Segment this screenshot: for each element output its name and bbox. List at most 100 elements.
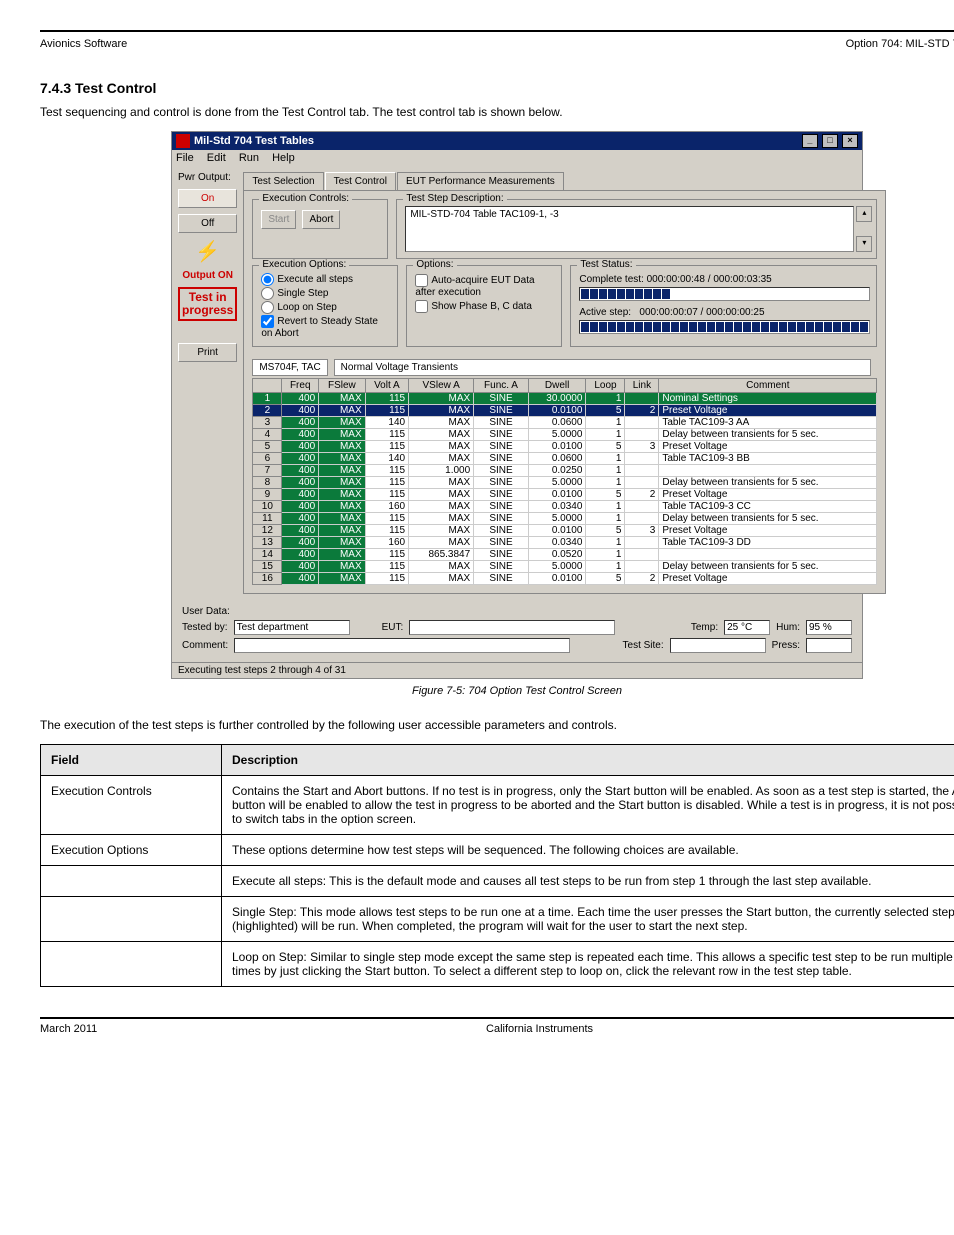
table-row[interactable]: 6400MAX140MAXSINE0.06001Table TAC109-3 B… (253, 452, 877, 464)
test-status-group: Test Status: Complete test: 000:00:00:48… (570, 265, 877, 347)
table-row[interactable]: 14400MAX115865.3847SINE0.05201 (253, 548, 877, 560)
active-step-label: Active step: (579, 307, 631, 318)
test-steps-table: FreqFSlewVolt AVSlew AFunc. ADwellLoopLi… (252, 378, 877, 585)
desc-cell: These options determine how test steps w… (222, 834, 954, 865)
options-group: Options: Auto-acquire EUT Data after exe… (406, 265, 562, 347)
desc-cell: Execute all steps: This is the default m… (222, 865, 954, 896)
complete-progress (579, 287, 870, 301)
tab-test-control[interactable]: Test Control (325, 172, 396, 190)
comment-input[interactable] (234, 638, 570, 653)
hum-label: Hum: (776, 622, 800, 633)
active-step-value: 000:00:00:07 / 000:00:00:25 (639, 307, 764, 318)
close-icon[interactable]: × (842, 134, 858, 148)
col-header: Func. A (474, 378, 529, 392)
table-row[interactable]: 15400MAX115MAXSINE5.00001Delay between t… (253, 560, 877, 572)
titlebar[interactable]: Mil-Std 704 Test Tables _ □ × (172, 132, 862, 150)
print-button[interactable]: Print (178, 343, 237, 362)
menu-file[interactable]: File (176, 152, 194, 164)
table-tab-2[interactable]: Normal Voltage Transients (334, 359, 872, 376)
desc-cell: Loop on Step: Similar to single step mod… (222, 941, 954, 986)
menu-help[interactable]: Help (272, 152, 295, 164)
table-row[interactable]: 1400MAX115MAXSINE30.00001Nominal Setting… (253, 392, 877, 404)
abort-button[interactable]: Abort (302, 210, 340, 229)
col-header: FSlew (319, 378, 365, 392)
table-row[interactable]: 4400MAX115MAXSINE5.00001Delay between tr… (253, 428, 877, 440)
options-legend: Options: (413, 259, 456, 270)
table-row[interactable]: 3400MAX140MAXSINE0.06001Table TAC109-3 A… (253, 416, 877, 428)
table-row[interactable]: 8400MAX115MAXSINE5.00001Delay between tr… (253, 476, 877, 488)
press-input[interactable] (806, 638, 852, 653)
lightning-icon: ⚡ (178, 239, 237, 264)
pwr-output-label: Pwr Output: (178, 172, 237, 183)
tested-by-label: Tested by: (182, 622, 228, 633)
figure-caption: Figure 7-5: 704 Option Test Control Scre… (40, 685, 954, 697)
test-site-label: Test Site: (623, 640, 664, 651)
field-cell (41, 896, 222, 941)
minimize-icon[interactable]: _ (802, 134, 818, 148)
field-cell: Execution Options (41, 834, 222, 865)
tab-test-selection[interactable]: Test Selection (243, 172, 323, 190)
tab-eut-measurements[interactable]: EUT Performance Measurements (397, 172, 564, 190)
user-data-label: User Data: (182, 606, 852, 617)
menu-edit[interactable]: Edit (207, 152, 226, 164)
col-header: Comment (659, 378, 877, 392)
menu-run[interactable]: Run (239, 152, 259, 164)
desc-cell: Contains the Start and Abort buttons. If… (222, 775, 954, 834)
menubar: File Edit Run Help (172, 150, 862, 166)
field-cell (41, 941, 222, 986)
execution-controls-group: Execution Controls: Start Abort (252, 199, 388, 259)
check-revert-steady[interactable]: Revert to Steady State on Abort (261, 315, 391, 339)
scroll-up-icon[interactable]: ▴ (856, 206, 872, 222)
hum-input[interactable] (806, 620, 852, 635)
radio-loop-on-step[interactable]: Loop on Step (261, 301, 391, 314)
table-tab-1[interactable]: MS704F, TAC (252, 359, 327, 376)
table-row[interactable]: 10400MAX160MAXSINE0.03401Table TAC109-3 … (253, 500, 877, 512)
maximize-icon[interactable]: □ (822, 134, 838, 148)
table-row[interactable]: 12400MAX115MAXSINE0.010053Preset Voltage (253, 524, 877, 536)
statusbar: Executing test steps 2 through 4 of 31 (172, 662, 862, 678)
table-row[interactable]: 7400MAX1151.000SINE0.02501 (253, 464, 877, 476)
col-header: Loop (586, 378, 625, 392)
check-show-phase[interactable]: Show Phase B, C data (415, 300, 555, 313)
field-cell (41, 865, 222, 896)
eut-label: EUT: (382, 622, 404, 633)
desc-cell: Single Step: This mode allows test steps… (222, 896, 954, 941)
table-row[interactable]: 16400MAX115MAXSINE0.010052Preset Voltage (253, 572, 877, 584)
col-header: Volt A (365, 378, 409, 392)
exec-controls-legend: Execution Controls: (259, 193, 352, 204)
table-row[interactable]: 2400MAX115MAXSINE0.010052Preset Voltage (253, 404, 877, 416)
table-row[interactable]: 11400MAX115MAXSINE5.00001Delay between t… (253, 512, 877, 524)
radio-execute-all[interactable]: Execute all steps (261, 273, 391, 286)
col-header: VSlew A (409, 378, 474, 392)
temp-input[interactable] (724, 620, 770, 635)
table-row[interactable]: 5400MAX115MAXSINE0.010053Preset Voltage (253, 440, 877, 452)
complete-test-value: 000:00:00:48 / 000:00:03:35 (647, 274, 772, 285)
col-header: Freq (282, 378, 319, 392)
tested-by-input[interactable] (234, 620, 350, 635)
header-left: Avionics Software (40, 38, 127, 50)
table-row[interactable]: 13400MAX160MAXSINE0.03401Table TAC109-3 … (253, 536, 877, 548)
on-button[interactable]: On (178, 189, 237, 208)
eut-input[interactable] (409, 620, 615, 635)
controls-description-table: FieldDescriptionExecution ControlsContai… (40, 744, 954, 987)
field-cell: Execution Controls (41, 775, 222, 834)
scroll-down-icon[interactable]: ▾ (856, 236, 872, 252)
complete-test-label: Complete test: (579, 274, 643, 285)
test-site-input[interactable] (670, 638, 766, 653)
temp-label: Temp: (691, 622, 718, 633)
radio-single-step[interactable]: Single Step (261, 287, 391, 300)
status-legend: Test Status: (577, 259, 635, 270)
check-auto-acquire[interactable]: Auto-acquire EUT Data after execution (415, 274, 555, 298)
off-button[interactable]: Off (178, 214, 237, 233)
output-on-label: Output ON (178, 270, 237, 281)
col-desc: Description (222, 744, 954, 775)
start-button[interactable]: Start (261, 210, 296, 229)
table-row[interactable]: 9400MAX115MAXSINE0.010052Preset Voltage (253, 488, 877, 500)
exec-options-legend: Execution Options: (259, 259, 349, 270)
footer-center: California Instruments (486, 1023, 593, 1035)
app-icon (176, 134, 190, 148)
press-label: Press: (772, 640, 800, 651)
col-header (253, 378, 282, 392)
comment-label: Comment: (182, 640, 228, 651)
desc-legend: Test Step Description: (403, 193, 506, 204)
